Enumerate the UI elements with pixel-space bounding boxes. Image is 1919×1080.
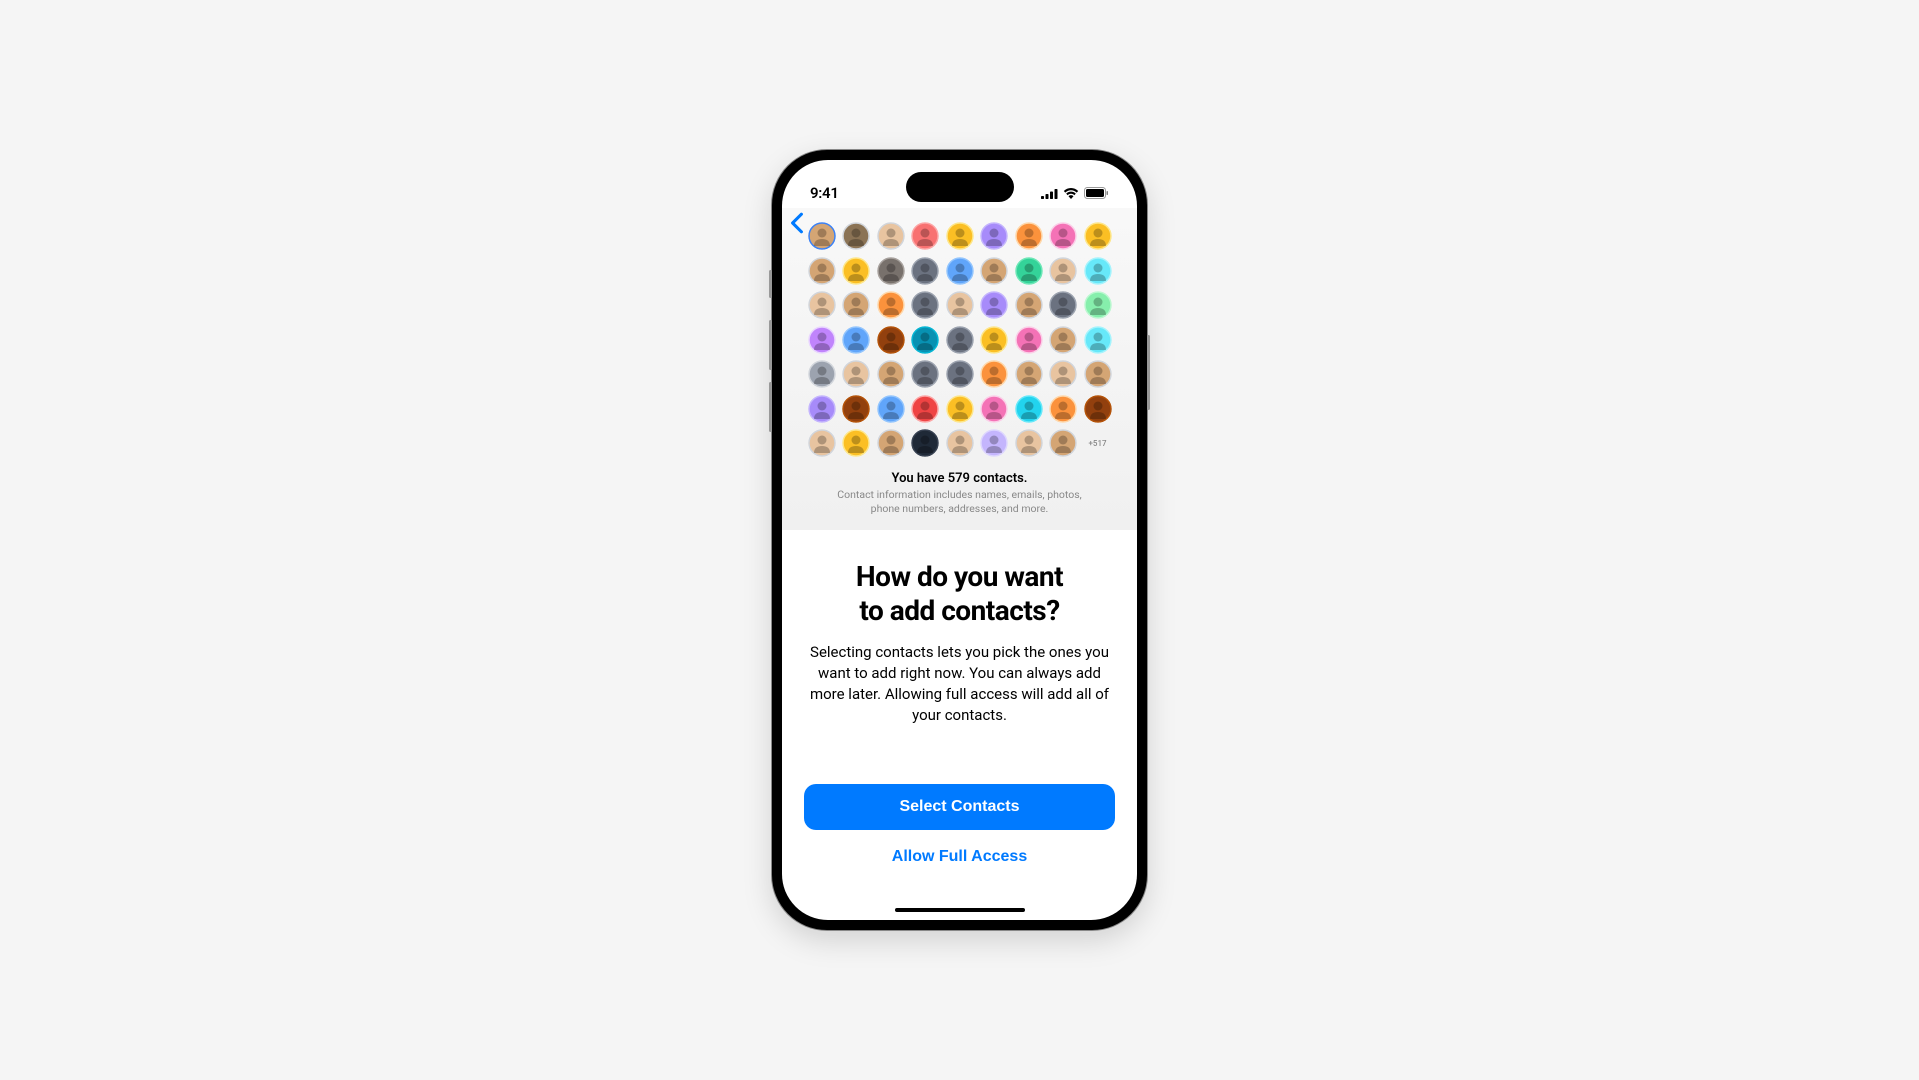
avatar-grid: +517	[800, 220, 1119, 457]
contact-avatar	[1084, 326, 1112, 354]
contact-avatar	[946, 257, 974, 285]
phone-screen: 9:41	[782, 160, 1137, 920]
contact-avatar	[1015, 395, 1043, 423]
contact-avatar	[946, 360, 974, 388]
contact-avatar	[808, 326, 836, 354]
cellular-signal-icon	[1041, 188, 1058, 199]
contact-avatar	[911, 395, 939, 423]
contact-avatar	[946, 291, 974, 319]
contact-avatar	[911, 429, 939, 457]
button-section: Select Contacts Allow Full Access	[804, 784, 1115, 880]
contact-avatar	[1049, 326, 1077, 354]
contact-avatar	[911, 222, 939, 250]
page-title: How do you want to add contacts?	[806, 560, 1113, 627]
contact-avatar	[980, 395, 1008, 423]
select-contacts-button[interactable]: Select Contacts	[804, 784, 1115, 830]
contact-avatar	[1049, 360, 1077, 388]
contact-avatar	[1084, 291, 1112, 319]
top-section: +517 You have 579 contacts. Contact info…	[782, 208, 1137, 530]
contact-avatar	[911, 291, 939, 319]
phone-frame: 9:41	[772, 150, 1147, 930]
contact-avatar	[946, 429, 974, 457]
contacts-summary: You have 579 contacts. Contact informati…	[800, 471, 1119, 516]
contact-avatar	[1015, 429, 1043, 457]
status-right	[1041, 187, 1109, 199]
contact-avatar	[1084, 395, 1112, 423]
contact-avatar	[808, 395, 836, 423]
contact-avatar	[842, 326, 870, 354]
contact-avatar	[808, 257, 836, 285]
contact-avatar	[1049, 257, 1077, 285]
contact-avatar	[911, 326, 939, 354]
contact-avatar	[842, 360, 870, 388]
contact-avatar	[1015, 257, 1043, 285]
contact-avatar	[1084, 222, 1112, 250]
dynamic-island	[906, 172, 1014, 202]
contact-avatar	[842, 291, 870, 319]
contact-avatar	[877, 291, 905, 319]
contact-avatar	[911, 360, 939, 388]
contact-avatar	[842, 257, 870, 285]
home-indicator[interactable]	[895, 908, 1025, 913]
battery-icon	[1084, 187, 1109, 199]
contacts-count: You have 579 contacts.	[800, 471, 1119, 486]
volume-down	[769, 382, 772, 432]
contact-avatar	[842, 395, 870, 423]
contact-avatar	[808, 429, 836, 457]
contact-avatar	[877, 395, 905, 423]
allow-full-access-button[interactable]: Allow Full Access	[804, 834, 1115, 880]
contact-avatar	[946, 326, 974, 354]
contact-avatar	[980, 222, 1008, 250]
contact-avatar	[1049, 291, 1077, 319]
contact-avatar	[877, 257, 905, 285]
more-contacts-count: +517	[1084, 429, 1112, 457]
contact-avatar	[877, 326, 905, 354]
contact-avatar	[1015, 326, 1043, 354]
contact-avatar	[842, 429, 870, 457]
contact-avatar	[877, 222, 905, 250]
contact-avatar	[980, 291, 1008, 319]
contact-avatar	[1015, 291, 1043, 319]
contacts-detail: Contact information includes names, emai…	[800, 488, 1119, 516]
contact-avatar	[946, 222, 974, 250]
volume-up	[769, 320, 772, 370]
contact-avatar	[1049, 429, 1077, 457]
contact-avatar	[877, 429, 905, 457]
contact-avatar	[1015, 360, 1043, 388]
contact-avatar	[980, 326, 1008, 354]
contact-avatar	[808, 360, 836, 388]
main-content: How do you want to add contacts? Selecti…	[782, 530, 1137, 745]
contact-avatar	[1084, 360, 1112, 388]
contact-avatar	[842, 222, 870, 250]
contact-avatar	[980, 429, 1008, 457]
page-description: Selecting contacts lets you pick the one…	[806, 642, 1113, 726]
back-button[interactable]	[790, 212, 804, 240]
contact-avatar	[1084, 257, 1112, 285]
mute-switch	[769, 270, 772, 298]
contact-avatar	[980, 257, 1008, 285]
contact-avatar	[808, 291, 836, 319]
contact-avatar	[808, 222, 836, 250]
contact-avatar	[1049, 395, 1077, 423]
power-button	[1147, 335, 1150, 410]
contact-avatar	[1015, 222, 1043, 250]
status-time: 9:41	[810, 184, 839, 202]
contact-avatar	[877, 360, 905, 388]
contact-avatar	[911, 257, 939, 285]
contact-avatar	[980, 360, 1008, 388]
wifi-icon	[1063, 188, 1079, 199]
contact-avatar	[946, 395, 974, 423]
contact-avatar	[1049, 222, 1077, 250]
